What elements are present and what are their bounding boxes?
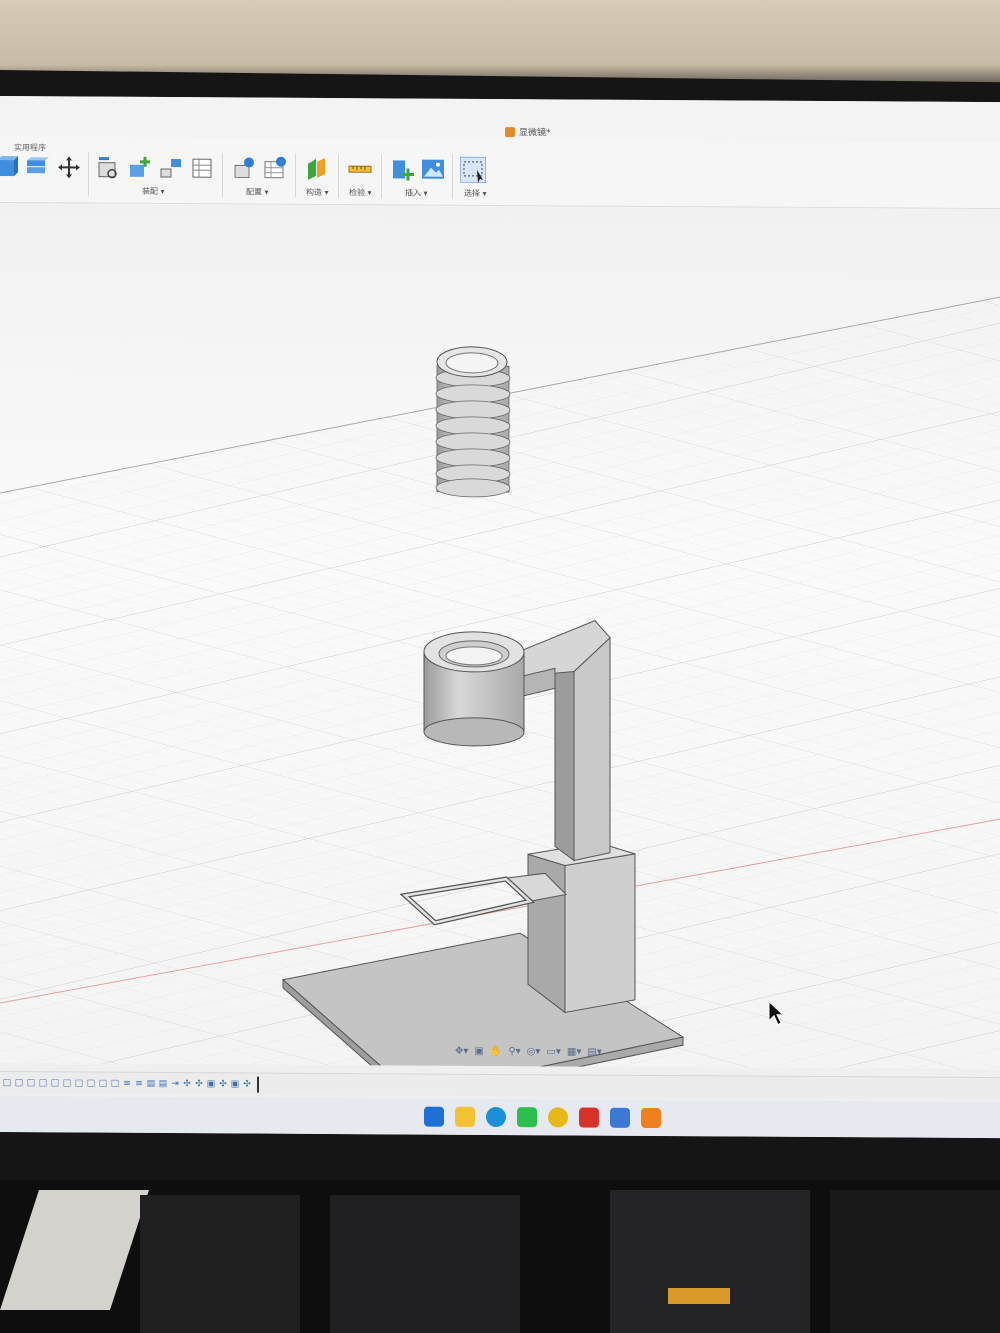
timeline-feature-icon[interactable]: □: [14, 1078, 24, 1088]
move-icon[interactable]: [56, 154, 82, 180]
edge-icon[interactable]: [486, 1106, 506, 1128]
toolbar-separator: [452, 154, 453, 199]
timeline-feature-icon[interactable]: □: [62, 1078, 72, 1088]
threaded-tube[interactable]: [435, 346, 511, 498]
fusion-icon[interactable]: [641, 1107, 661, 1129]
wechat-icon[interactable]: [517, 1107, 537, 1128]
measure-icon[interactable]: [347, 156, 373, 182]
fit-icon[interactable]: ◎▾: [527, 1046, 541, 1057]
timeline-feature-icon[interactable]: □: [86, 1078, 96, 1088]
timeline-feature-icon[interactable]: ✣: [194, 1079, 204, 1089]
toolbar: 实用程序 装配 ▾ 配置 ▾ 构造 ▾ 检验 ▾ 插入 ▾ 选择 ▾: [0, 136, 1000, 210]
document-tab[interactable]: 显微镜*: [505, 125, 551, 138]
toolbar-separator: [222, 153, 223, 198]
group-label-configure[interactable]: 配置 ▾: [246, 187, 269, 198]
timeline-feature-icon[interactable]: □: [110, 1078, 120, 1088]
title-bar: 显微镜*: [0, 96, 1000, 143]
toolbar-separator: [338, 154, 339, 199]
timeline-feature-icon[interactable]: ≡: [122, 1078, 132, 1088]
timeline-feature-icon[interactable]: □: [26, 1078, 36, 1088]
extrude-tool-icon[interactable]: [24, 154, 50, 180]
desk-object: [330, 1195, 520, 1333]
timeline-feature-icon[interactable]: ✣: [242, 1079, 252, 1089]
group-label-construct[interactable]: 构造 ▾: [306, 187, 329, 198]
group-label-assemble[interactable]: 装配 ▾: [142, 186, 165, 197]
display-icon[interactable]: ▭▾: [546, 1046, 560, 1057]
store-icon[interactable]: [610, 1107, 630, 1128]
toolbar-separator: [88, 152, 89, 197]
timeline-feature-icon[interactable]: □: [50, 1078, 60, 1088]
new-component-icon[interactable]: [95, 155, 121, 181]
timeline-feature-icon[interactable]: □: [38, 1078, 48, 1088]
look-at-icon[interactable]: ▣: [474, 1045, 483, 1056]
insert-image-icon[interactable]: [420, 157, 446, 183]
group-label-inspect[interactable]: 检验 ▾: [349, 187, 372, 198]
document-icon: [505, 126, 515, 137]
as-built-joint-icon[interactable]: [159, 155, 185, 181]
pillar[interactable]: [527, 842, 636, 1014]
yellow-tool: [668, 1288, 730, 1304]
timeline-feature-icon[interactable]: □: [98, 1078, 108, 1088]
file-explorer-icon[interactable]: [455, 1106, 475, 1127]
configure-icon[interactable]: [232, 155, 258, 181]
timeline-marker[interactable]: [257, 1076, 259, 1093]
timeline-feature-icon[interactable]: ✣: [182, 1079, 192, 1089]
configure-table-icon[interactable]: [262, 156, 288, 182]
box-tool-icon[interactable]: [0, 154, 20, 180]
desk-object: [140, 1195, 300, 1333]
timeline-feature-icon[interactable]: ▣: [206, 1079, 216, 1089]
document-title: 显微镜*: [519, 128, 551, 139]
grid-icon[interactable]: ▦▾: [567, 1046, 581, 1057]
group-label-insert[interactable]: 插入 ▾: [405, 187, 428, 198]
timeline-feature-icon[interactable]: ≡: [134, 1078, 144, 1088]
tab-utilities[interactable]: 实用程序: [14, 142, 46, 153]
joint-icon[interactable]: [127, 155, 153, 181]
model-canvas[interactable]: [0, 203, 1000, 1103]
zoom-icon[interactable]: ⚲▾: [508, 1046, 520, 1057]
monitor-screen: 显微镜* 实用程序 装配 ▾ 配置 ▾ 构造 ▾ 检验 ▾ 插入 ▾ 选择 ▾ …: [0, 96, 1000, 1139]
viewports-icon[interactable]: ▤▾: [587, 1046, 601, 1057]
desk-object: [610, 1190, 810, 1333]
toolbar-separator: [381, 154, 382, 199]
windows-start-icon[interactable]: [424, 1106, 444, 1127]
timeline-feature-icon[interactable]: ▣: [230, 1079, 240, 1089]
plane-icon[interactable]: [304, 156, 330, 182]
timeline-feature-icon[interactable]: ▤: [158, 1078, 168, 1088]
table-icon[interactable]: [189, 155, 215, 181]
toolbar-separator: [295, 153, 296, 198]
mouse-cursor-icon: [768, 1000, 785, 1026]
select-window-icon[interactable]: [460, 156, 486, 183]
taskbar: [0, 1096, 1000, 1139]
pan-icon[interactable]: ✋: [490, 1045, 502, 1056]
chrome-icon[interactable]: [548, 1107, 568, 1128]
orbit-icon[interactable]: ✥▾: [455, 1045, 468, 1056]
timeline-feature-icon[interactable]: □: [74, 1078, 84, 1088]
wps-icon[interactable]: [579, 1107, 599, 1128]
group-label-select[interactable]: 选择 ▾: [464, 188, 487, 199]
timeline-feature-icon[interactable]: ⇥: [170, 1079, 180, 1089]
timeline-feature-icon[interactable]: ▤: [146, 1078, 156, 1088]
3d-viewport[interactable]: [0, 203, 1000, 1103]
navigation-bar: ✥▾ ▣ ✋ ⚲▾ ◎▾ ▭▾ ▦▾ ▤▾: [455, 1043, 602, 1060]
insert-mesh-icon[interactable]: [390, 156, 416, 182]
desk-object: [830, 1190, 1000, 1333]
timeline-feature-icon[interactable]: □: [2, 1078, 12, 1088]
timeline-feature-icon[interactable]: ✣: [218, 1079, 228, 1089]
timeline: □ □ □ □ □ □ □ □ □ □ ≡ ≡ ▤ ▤ ⇥ ✣ ✣ ▣ ✣ ▣ …: [0, 1071, 1000, 1100]
